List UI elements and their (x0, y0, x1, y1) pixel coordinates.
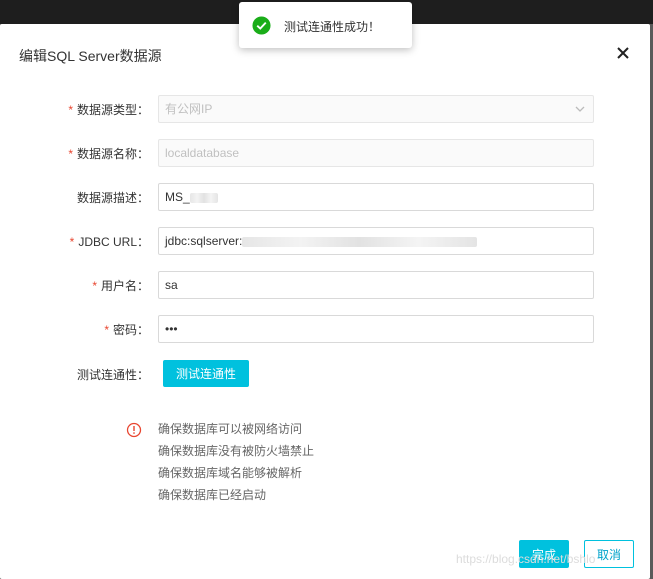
test-connection-button[interactable]: 测试连通性 (163, 360, 249, 387)
watermark: https://blog.csdn.net/bshlo (456, 552, 596, 566)
close-icon[interactable] (612, 42, 634, 64)
info-circle-icon (126, 422, 142, 438)
test-connection-label: 测试连通性： (76, 368, 149, 382)
tip-list: 确保数据库可以被网络访问 确保数据库没有被防火墙禁止 确保数据库域名能够被解析 … (158, 420, 408, 508)
success-toast: 测试连通性成功！ (239, 2, 412, 48)
redacted-text (242, 236, 478, 247)
password-input[interactable]: ••• (158, 315, 594, 343)
username-label: * 用户名： (92, 279, 149, 293)
description-label: 数据源描述： (76, 191, 149, 205)
edit-datasource-dialog: 编辑SQL Server数据源 * 数据源类型： 有公网IP * 数据源名称： lo… (0, 24, 650, 579)
row-test-connection: 测试连通性： 测试连通性 (0, 360, 650, 388)
redacted-text (189, 192, 218, 203)
tip-item: 确保数据库域名能够被解析 (158, 466, 303, 480)
row-source-type: * 数据源类型： 有公网IP (0, 95, 650, 123)
tip-item: 确保数据库可以被网络访问 (158, 422, 303, 436)
dialog-title: 编辑SQL Server数据源 (19, 48, 162, 64)
row-source-name: * 数据源名称： localdatabase (0, 139, 650, 167)
row-description: 数据源描述： MS_ (0, 183, 650, 211)
description-input[interactable]: MS_ (158, 183, 594, 211)
toast-message: 测试连通性成功！ (284, 20, 381, 34)
tip-item: 确保数据库没有被防火墙禁止 (158, 444, 315, 458)
chevron-down-icon (575, 106, 585, 112)
source-type-label: * 数据源类型： (68, 103, 149, 117)
source-name-input[interactable]: localdatabase (158, 139, 594, 167)
row-username: * 用户名： sa (0, 271, 650, 299)
username-input[interactable]: sa (158, 271, 594, 299)
tip-item: 确保数据库已经启动 (158, 488, 267, 502)
jdbc-url-label: * JDBC URL： (69, 235, 149, 249)
row-password: * 密码： ••• (0, 315, 650, 343)
password-label: * 密码： (104, 323, 149, 337)
source-name-label: * 数据源名称： (68, 147, 149, 161)
jdbc-url-input[interactable]: jdbc:sqlserver: (158, 227, 594, 255)
check-circle-icon (252, 16, 271, 35)
row-jdbc-url: * JDBC URL： jdbc:sqlserver: (0, 227, 650, 255)
source-type-select[interactable]: 有公网IP (158, 95, 594, 123)
